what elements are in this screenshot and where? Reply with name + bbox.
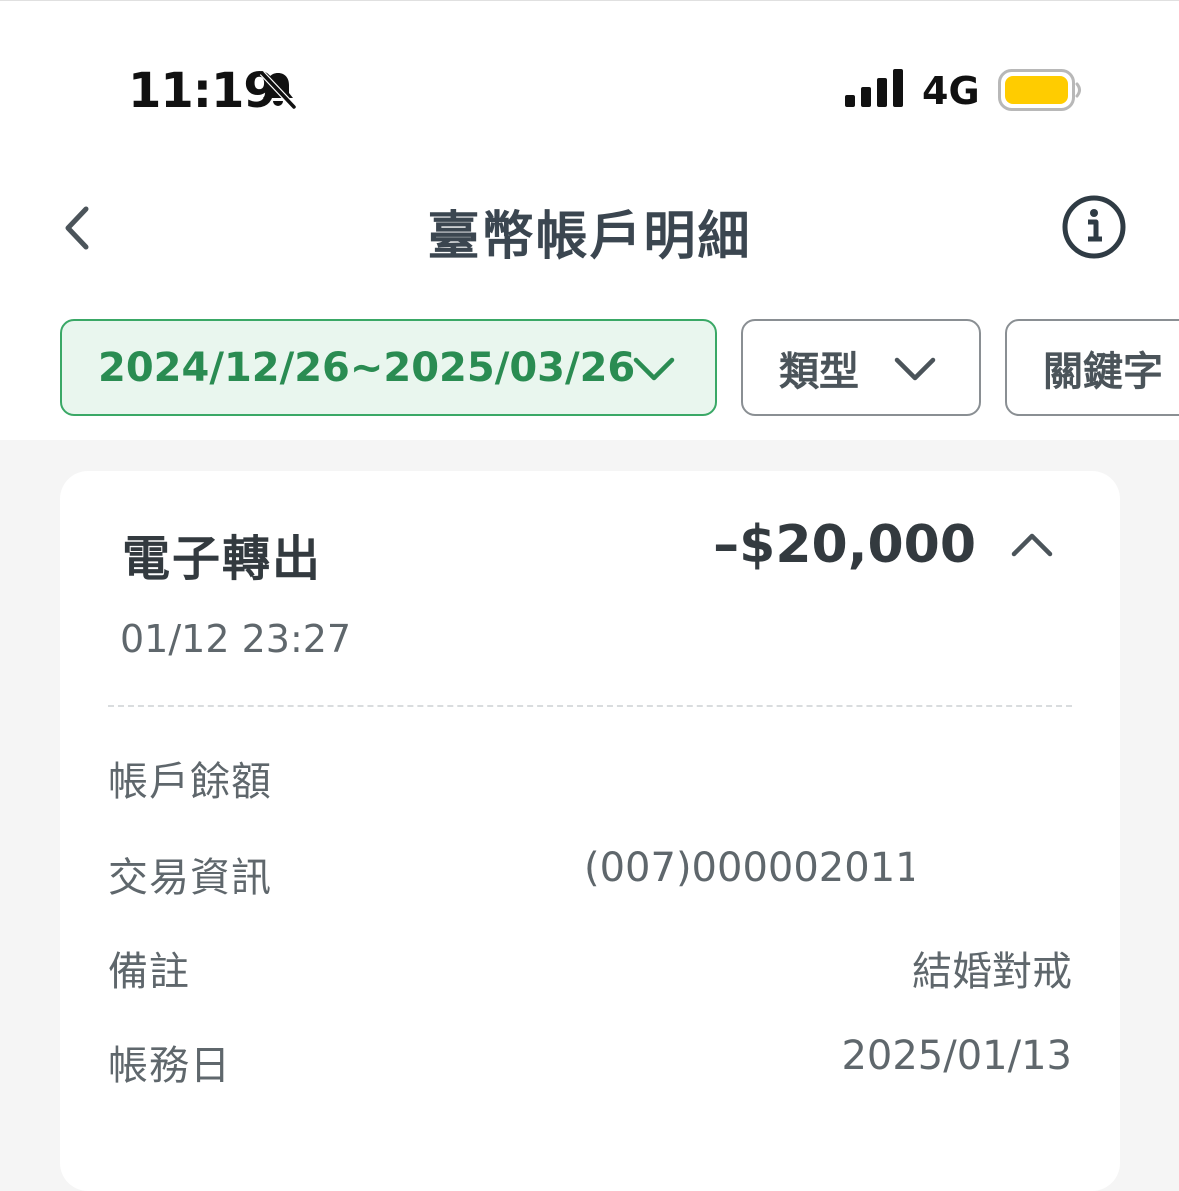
detail-label: 帳戶餘額 — [108, 759, 272, 805]
chevron-up-icon[interactable] — [1010, 531, 1054, 559]
network-label: 4G — [922, 69, 980, 113]
detail-label: 備註 — [108, 949, 190, 995]
transaction-time: 01/12 23:27 — [120, 617, 352, 661]
status-time: 11:19 — [128, 63, 277, 119]
date-range-filter[interactable]: 2024/12/26~2025/03/26 — [60, 319, 717, 416]
detail-row-note: 備註 結婚對戒 — [108, 939, 1072, 999]
detail-value: 結婚對戒 — [912, 949, 1072, 995]
type-filter-label: 類型 — [779, 348, 859, 395]
transaction-type: 電子轉出 — [122, 531, 323, 587]
transaction-card: 電子轉出 –$20,000 01/12 23:27 帳戶餘額 交易資訊 (007… — [60, 471, 1120, 1191]
cellular-signal-icon — [845, 69, 903, 107]
type-filter[interactable]: 類型 — [741, 319, 981, 416]
bell-slash-icon — [259, 70, 297, 110]
detail-value: (007)000002011C — [584, 845, 914, 891]
battery-icon — [998, 69, 1081, 111]
date-range-label: 2024/12/26~2025/03/26 — [98, 344, 636, 391]
keyword-filter-label: 關鍵字 — [1043, 348, 1163, 395]
page-title: 臺幣帳戶明細 — [427, 207, 752, 267]
detail-label: 交易資訊 — [108, 855, 272, 901]
divider — [108, 705, 1072, 707]
detail-row-transaction-info: 交易資訊 (007)000002011C — [108, 845, 1072, 905]
detail-value: 2025/01/13 — [841, 1033, 1072, 1079]
chevron-down-icon — [894, 357, 936, 381]
detail-row-balance: 帳戶餘額 — [108, 749, 1072, 809]
transaction-amount: –$20,000 — [713, 515, 976, 575]
keyword-filter[interactable]: 關鍵字 — [1005, 319, 1179, 416]
top-area: 11:19 4G 臺幣帳戶明細 2024/12/26~2025/03/26 類型 — [0, 0, 1179, 440]
detail-label: 帳務日 — [108, 1043, 231, 1089]
chevron-down-icon — [633, 357, 675, 381]
detail-row-posting-date: 帳務日 2025/01/13 — [108, 1033, 1072, 1093]
info-icon[interactable] — [1060, 193, 1128, 261]
